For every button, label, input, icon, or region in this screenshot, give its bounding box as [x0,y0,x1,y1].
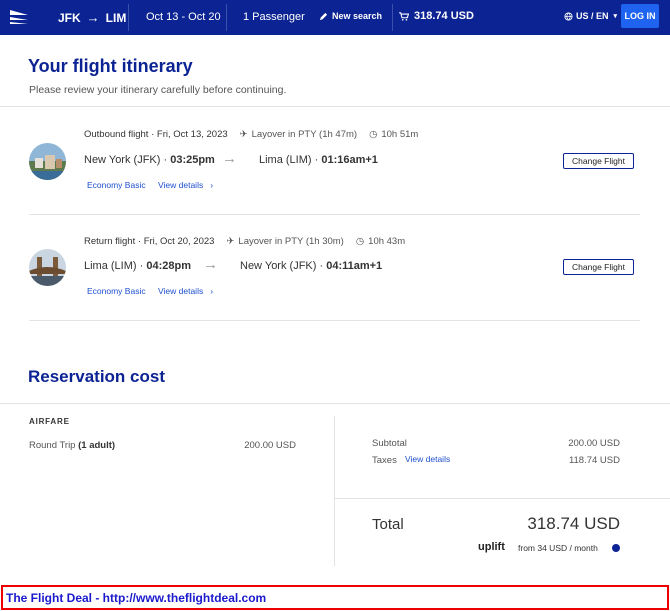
airfare-heading: AIRFARE [29,417,70,426]
info-icon[interactable] [612,544,620,552]
divider [226,4,227,31]
top-navigation-bar: JFK → LIM Oct 13 - Oct 20 1 Passenger Ne… [0,0,670,35]
route-summary: JFK → LIM [58,10,126,25]
cabin-class[interactable]: Economy Basic [87,180,146,190]
divider [0,403,670,404]
divider [0,106,670,107]
arrival-time: Lima (LIM) · 01:16am+1 [259,154,378,166]
arrival-time: New York (JFK) · 04:11am+1 [240,260,383,272]
chevron-down-icon: ▾ [613,13,618,20]
route-origin: JFK [58,10,81,25]
divider [29,320,640,321]
new-search-label: New search [332,11,383,21]
cart-summary[interactable]: 318.74 USD [399,10,474,22]
layover-info: ✈ Layover in PTY (1h 47m) [240,129,357,140]
uplift-monthly-offer[interactable]: from 34 USD / month [518,543,598,553]
reservation-cost-title: Reservation cost [28,367,165,386]
divider [128,4,129,31]
divider [29,214,640,215]
total-label: Total [372,516,404,533]
locale-selector[interactable]: US / EN ▾ [564,11,617,21]
plane-icon: ✈ [239,129,248,140]
taxes-view-details-link[interactable]: View details [405,454,450,464]
layover-text: Layover in PTY (1h 47m) [251,129,358,140]
return-meta: Return flight · Fri, Oct 20, 2023 ✈ Layo… [84,236,406,247]
footer-banner: The Flight Deal - http://www.theflightde… [1,585,669,610]
pencil-icon [319,12,328,20]
taxes-value: 118.74 USD [568,455,620,466]
chevron-right-icon: › [205,180,214,190]
outbound-meta: Outbound flight · Fri, Oct 13, 2023 ✈ La… [84,129,419,140]
airline-logo-icon[interactable] [8,6,30,28]
chevron-right-icon: › [205,286,214,296]
subtotal-label: Subtotal [372,438,407,449]
locale-label: US / EN [576,11,609,21]
duration-text: 10h 51m [381,129,419,140]
duration-text: 10h 43m [368,236,406,247]
duration-info: ◷ 10h 51m [369,129,418,140]
page-title: Your flight itinerary [28,56,193,76]
footer-link[interactable]: The Flight Deal - http://www.theflightde… [6,591,266,605]
layover-text: Layover in PTY (1h 30m) [238,236,344,247]
arrow-right-icon: → [86,10,100,25]
arrow-right-icon: → [222,150,237,167]
departure-time: Lima (LIM) · 04:28pm [84,260,191,272]
view-details-link[interactable]: View details › [158,286,213,296]
subtotal-value: 200.00 USD [568,438,620,449]
departure-time: New York (JFK) · 03:25pm [84,154,215,166]
round-trip-label: Round Trip (1 adult) [29,440,116,451]
login-button[interactable]: LOG IN [621,4,659,28]
route-destination: LIM [105,10,127,25]
divider [392,4,393,31]
total-value: 318.74 USD [527,514,620,533]
destination-photo [29,249,66,286]
clock-icon: ◷ [355,236,365,247]
change-flight-button[interactable]: Change Flight [563,153,634,169]
plane-icon: ✈ [226,236,235,247]
leg-label: Outbound flight [84,129,149,140]
travel-dates[interactable]: Oct 13 - Oct 20 [146,11,221,23]
leg-label: Return flight [84,236,136,247]
round-trip-value: 200.00 USD [244,440,296,451]
page-subtitle: Please review your itinerary carefully b… [29,84,287,96]
cart-total: 318.74 USD [414,10,474,22]
divider [334,416,335,566]
divider [334,498,670,499]
leg-date: Fri, Oct 13, 2023 [156,129,228,140]
uplift-logo: uplift [478,541,505,553]
arrow-right-icon: → [203,256,218,273]
globe-icon [564,11,573,21]
leg-date: Fri, Oct 20, 2023 [143,236,215,247]
change-flight-button[interactable]: Change Flight [563,259,634,275]
cart-icon [399,11,409,21]
cabin-class[interactable]: Economy Basic [87,286,146,296]
duration-info: ◷ 10h 43m [356,236,405,247]
new-search-button[interactable]: New search [319,11,382,21]
layover-info: ✈ Layover in PTY (1h 30m) [226,236,343,247]
taxes-label: Taxes [372,455,397,466]
view-details-link[interactable]: View details › [158,180,213,190]
passenger-count[interactable]: 1 Passenger [243,11,305,23]
clock-icon: ◷ [369,129,378,140]
destination-photo [29,143,66,180]
